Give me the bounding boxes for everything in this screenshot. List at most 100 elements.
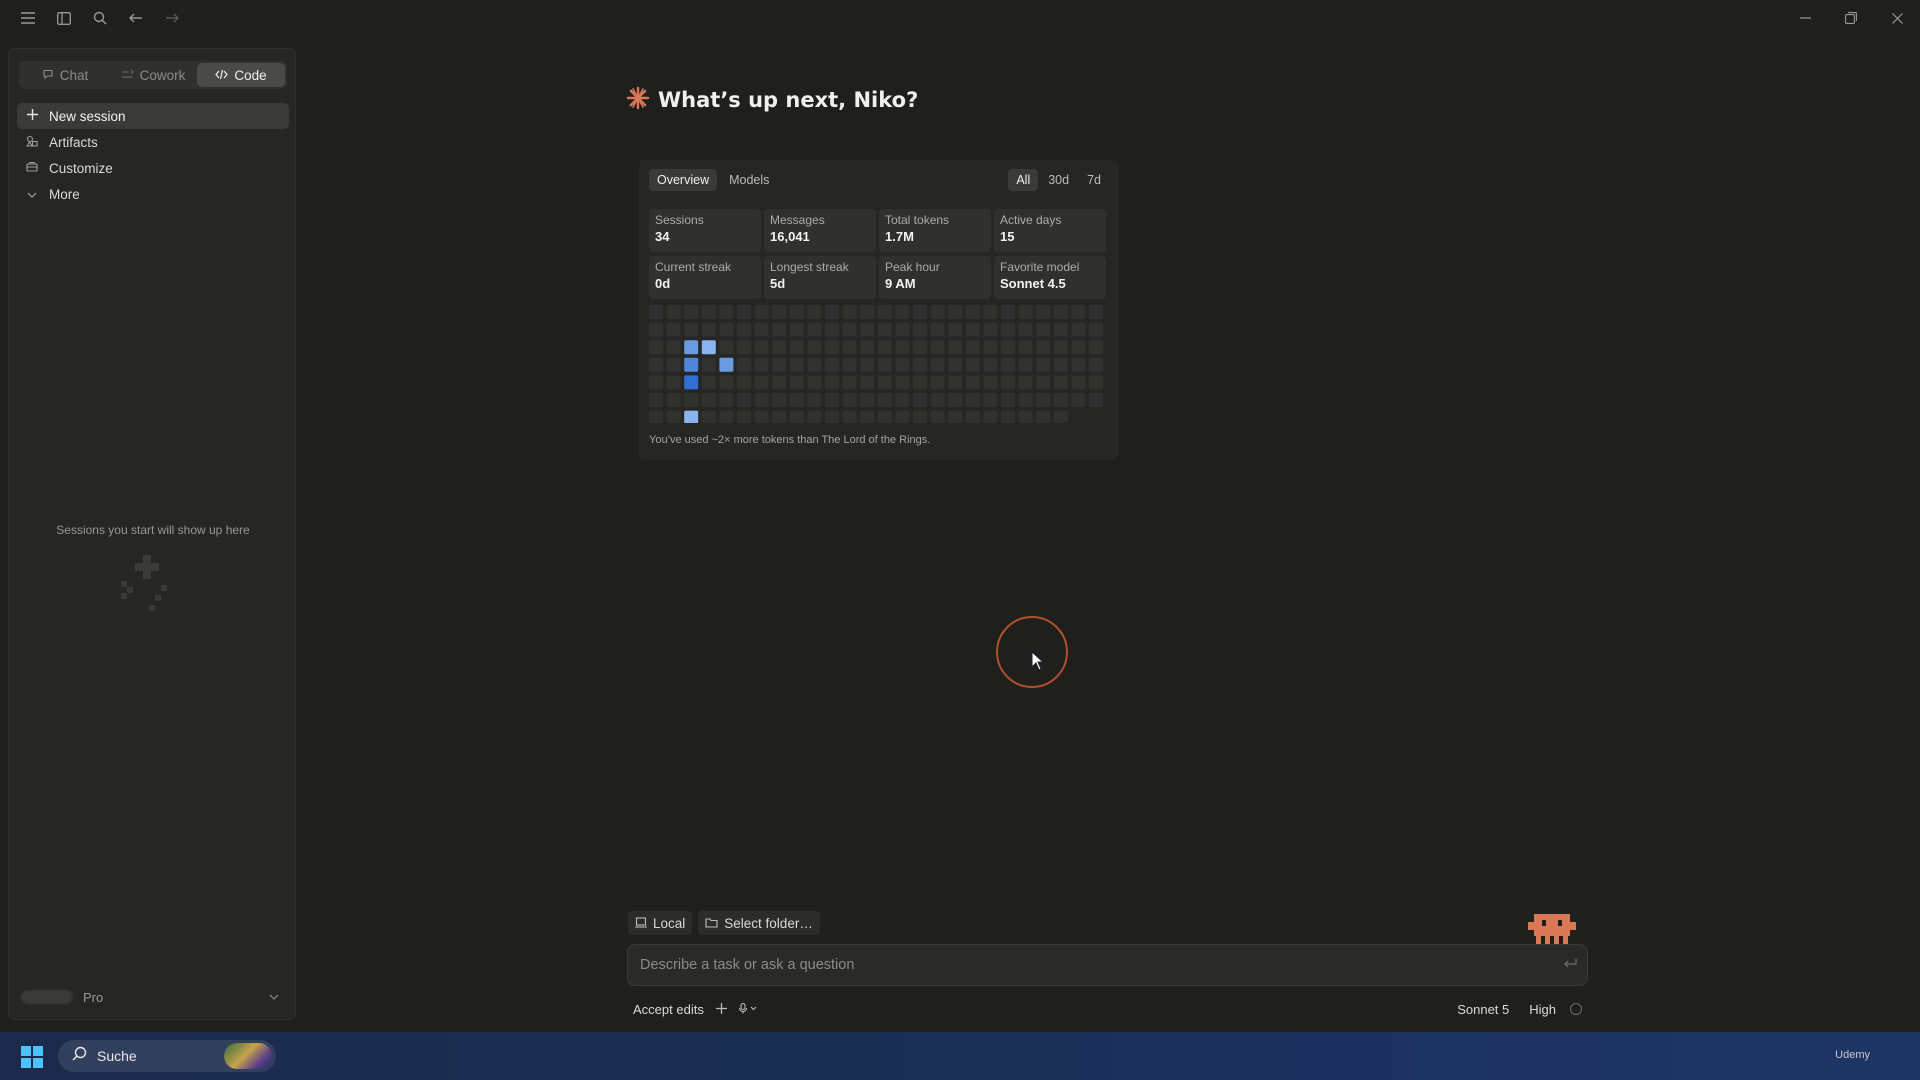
- range-all[interactable]: All: [1008, 169, 1039, 191]
- heatmap-cell: [1053, 340, 1068, 355]
- heatmap-cell: [737, 375, 751, 390]
- heatmap-cell: [825, 305, 839, 319]
- heatmap-cell: [737, 410, 751, 423]
- heatmap-cell: [913, 322, 927, 337]
- heatmap-cell: [948, 305, 963, 319]
- heatmap-cell: [877, 393, 892, 407]
- heatmap-cell: [649, 393, 663, 407]
- stat-value: 5d: [770, 276, 786, 291]
- tab-models[interactable]: Models: [721, 169, 777, 191]
- chevron-down-icon: [25, 187, 39, 201]
- heatmap-cell: [913, 375, 927, 390]
- heatmap-cell: [965, 375, 980, 390]
- stat-label: Total tokens: [885, 213, 950, 227]
- task-input[interactable]: [628, 945, 1587, 985]
- stat-cards: Sessions 34 Messages 16,041 Total tokens…: [649, 209, 1109, 299]
- heatmap-cell: [930, 357, 945, 372]
- heatmap-cell: [930, 305, 945, 319]
- heatmap-cell: [965, 340, 980, 355]
- heatmap-cell: [877, 357, 892, 372]
- window-controls: [1782, 0, 1920, 36]
- enter-icon[interactable]: [1563, 957, 1577, 972]
- heatmap-cell: [1053, 375, 1068, 390]
- heatmap-cell: [965, 393, 980, 407]
- minimize-icon[interactable]: [1782, 0, 1828, 36]
- add-attachment-button[interactable]: [710, 1002, 733, 1017]
- heatmap-cell: [1036, 375, 1051, 390]
- account-menu[interactable]: Pro: [21, 985, 285, 1009]
- tab-chat[interactable]: Chat: [21, 63, 109, 87]
- heatmap-cell: [895, 393, 910, 407]
- heatmap-cell: [1071, 340, 1086, 355]
- sidebar-item-more[interactable]: More: [17, 181, 289, 207]
- heatmap-cell: [877, 340, 892, 355]
- heatmap-cell: [913, 357, 927, 372]
- heatmap-cell: [1071, 393, 1086, 407]
- select-folder-label: Select folder…: [724, 915, 813, 931]
- sidebar: Chat Cowork Code New session Artifacts C…: [8, 48, 296, 1020]
- heatmap-cell: [1001, 393, 1015, 407]
- back-arrow-icon[interactable]: [118, 0, 154, 36]
- heatmap-cell: [877, 322, 892, 337]
- heatmap-cell: [719, 357, 734, 372]
- local-environment-button[interactable]: Local: [628, 911, 693, 935]
- sidebar-nav: New session Artifacts Customize More: [17, 103, 289, 207]
- model-selector[interactable]: Sonnet 5: [1451, 1002, 1515, 1017]
- greeting: What’s up next, Niko?: [626, 86, 918, 114]
- select-folder-button[interactable]: Select folder…: [698, 911, 820, 935]
- permission-mode-button[interactable]: Accept edits: [627, 1002, 710, 1017]
- heatmap-cell: [1001, 322, 1015, 337]
- stat-value: 9 AM: [885, 276, 916, 291]
- heatmap-cell: [983, 410, 998, 423]
- stat-label: Messages: [770, 213, 825, 227]
- heatmap-cell: [860, 393, 875, 407]
- taskbar-search-label: Suche: [97, 1048, 137, 1064]
- heatmap-cell: [948, 393, 963, 407]
- taskbar-search[interactable]: Suche: [58, 1040, 276, 1072]
- heatmap-cell: [1018, 305, 1033, 319]
- heatmap-cell: [789, 393, 804, 407]
- composer-controls: Accept edits Sonnet 5 High: [627, 998, 1588, 1020]
- range-30d[interactable]: 30d: [1040, 169, 1077, 191]
- forward-arrow-icon[interactable]: [154, 0, 190, 36]
- range-7d[interactable]: 7d: [1079, 169, 1109, 191]
- sparkle-icon: [626, 86, 650, 114]
- heatmap-cell: [1053, 322, 1068, 337]
- menu-icon[interactable]: [10, 0, 46, 36]
- heatmap-cell: [1089, 393, 1103, 407]
- heatmap-cell: [965, 410, 980, 423]
- tab-code[interactable]: Code: [197, 63, 285, 87]
- tab-cowork[interactable]: Cowork: [109, 63, 197, 87]
- heatmap-cell: [684, 410, 699, 423]
- maximize-icon[interactable]: [1828, 0, 1874, 36]
- heatmap-cell: [948, 410, 963, 423]
- tab-chat-label: Chat: [59, 67, 89, 83]
- heatmap-cell: [649, 340, 663, 355]
- search-icon[interactable]: [82, 0, 118, 36]
- stat-label: Longest streak: [770, 260, 849, 274]
- heatmap-cell: [825, 410, 839, 423]
- tab-cowork-label: Cowork: [139, 67, 186, 83]
- tab-overview[interactable]: Overview: [649, 169, 718, 191]
- customize-icon: [25, 161, 39, 176]
- folder-icon: [705, 916, 718, 931]
- heatmap-cell: [825, 357, 839, 372]
- sidebar-toggle-icon[interactable]: [46, 0, 82, 36]
- sidebar-item-artifacts[interactable]: Artifacts: [17, 129, 289, 155]
- heatmap-cell: [1036, 305, 1051, 319]
- search-icon: [72, 1046, 87, 1066]
- effort-selector[interactable]: High: [1523, 1002, 1562, 1017]
- heatmap-cell: [842, 340, 857, 355]
- sidebar-item-customize[interactable]: Customize: [17, 155, 289, 181]
- title-bar-left: [10, 0, 190, 36]
- new-session-button[interactable]: New session: [17, 103, 289, 129]
- heatmap-cell: [701, 322, 716, 337]
- heatmap-cell: [701, 357, 716, 372]
- stat-label: Current streak: [655, 260, 732, 274]
- heatmap-cell: [754, 322, 769, 337]
- stat-label: Active days: [1000, 213, 1062, 227]
- windows-start-icon[interactable]: [21, 1046, 43, 1068]
- heatmap-cell: [1018, 375, 1033, 390]
- microphone-dropdown[interactable]: [733, 1002, 763, 1017]
- close-icon[interactable]: [1874, 0, 1920, 36]
